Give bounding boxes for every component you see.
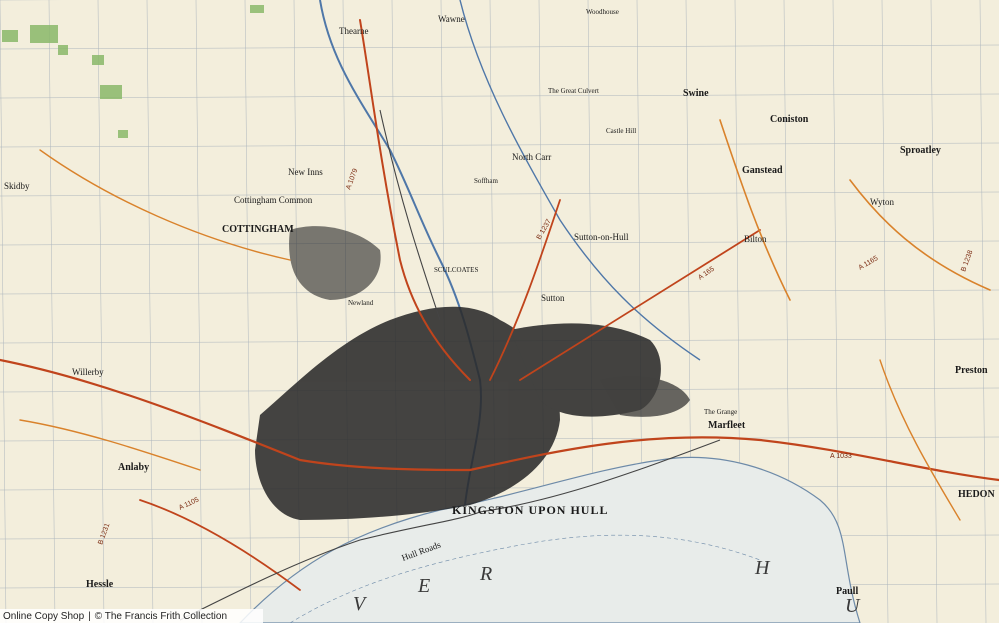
copyright-footer: Online Copy Shop | © The Francis Frith C… [0, 609, 263, 623]
label-coniston: Coniston [770, 114, 809, 125]
label-hedon: HEDON [958, 489, 995, 500]
label-new-inns: New Inns [288, 167, 323, 177]
river-letter-h: H [754, 557, 771, 579]
label-cottingham: COTTINGHAM [222, 224, 294, 235]
river-letter-r: R [479, 563, 494, 585]
label-hessle: Hessle [86, 579, 114, 590]
label-swine: Swine [683, 88, 709, 99]
label-bilton: Bilton [744, 234, 767, 244]
label-castle-hill: Castle Hill [606, 127, 636, 135]
label-newland: Newland [348, 299, 374, 307]
label-soffham: Soffham [474, 177, 499, 185]
label-the-grange: The Grange [704, 408, 737, 416]
label-skidby: Skidby [4, 181, 30, 191]
label-north-carr: North Carr [512, 152, 551, 162]
label-cottingham-common: Cottingham Common [234, 195, 313, 205]
label-marfleet: Marfleet [708, 420, 746, 431]
label-kingston-upon-hull: KINGSTON UPON HULL [452, 503, 608, 517]
footer-shop-link[interactable]: Online Copy Shop [3, 611, 84, 622]
label-thearne: Thearne [339, 26, 368, 36]
label-ganstead: Ganstead [742, 165, 783, 176]
river-letter-e: E [417, 575, 432, 597]
label-woodhouse: Woodhouse [586, 8, 619, 16]
river-letter-u: U [845, 595, 861, 617]
road-label-a1033: A 1033 [830, 453, 852, 460]
label-wawne: Wawne [438, 14, 465, 24]
label-sproatley: Sproatley [900, 145, 941, 156]
footer-separator: | [88, 610, 91, 622]
footer-copyright: © The Francis Frith Collection [94, 610, 228, 622]
label-sutton: Sutton [541, 293, 565, 303]
label-wyton: Wyton [870, 197, 894, 207]
label-preston: Preston [955, 365, 988, 376]
label-the-great-culvert: The Great Culvert [548, 87, 599, 95]
label-willerby: Willerby [72, 367, 104, 377]
ordnance-map[interactable]: Wawne Thearne Swine Coniston Sproatley S… [0, 0, 999, 623]
label-anlaby: Anlaby [118, 462, 149, 473]
label-sutton-on-hull: Sutton-on-Hull [574, 232, 629, 242]
river-letter-v: V [353, 593, 368, 615]
label-sculcoates: SCULCOATES [434, 266, 478, 274]
